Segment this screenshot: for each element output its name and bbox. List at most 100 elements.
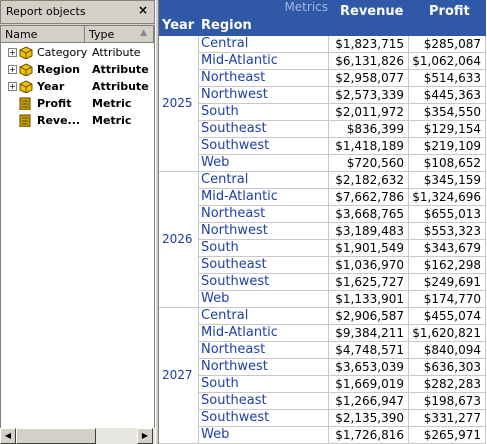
region-cell[interactable]: South [199, 104, 329, 121]
header-revenue[interactable]: Revenue [340, 4, 403, 19]
scroll-thumb[interactable] [16, 428, 96, 444]
region-cell[interactable]: Northeast [199, 206, 329, 223]
region-cell[interactable]: Northeast [199, 342, 329, 359]
region-cell[interactable]: Southeast [199, 121, 329, 138]
region-cell[interactable]: Mid-Atlantic [199, 189, 329, 206]
year-cell[interactable]: 2027 [159, 308, 199, 444]
revenue-cell[interactable]: $1,669,019 [329, 376, 409, 393]
profit-cell[interactable]: $285,087 [409, 36, 486, 53]
profit-cell[interactable]: $345,159 [409, 172, 486, 189]
profit-cell[interactable]: $282,283 [409, 376, 486, 393]
region-cell[interactable]: Northwest [199, 223, 329, 240]
profit-cell[interactable]: $331,277 [409, 410, 486, 427]
year-cell[interactable]: 2025 [159, 36, 199, 172]
profit-cell[interactable]: $1,062,064 [409, 53, 486, 70]
revenue-cell[interactable]: $2,906,587 [329, 308, 409, 325]
revenue-cell[interactable]: $720,560 [329, 155, 409, 172]
revenue-cell[interactable]: $1,901,549 [329, 240, 409, 257]
revenue-cell[interactable]: $2,182,632 [329, 172, 409, 189]
attribute-icon [19, 63, 33, 79]
profit-cell[interactable]: $108,652 [409, 155, 486, 172]
revenue-cell[interactable]: $1,823,715 [329, 36, 409, 53]
profit-cell[interactable]: $514,633 [409, 70, 486, 87]
revenue-cell[interactable]: $1,133,901 [329, 291, 409, 308]
revenue-cell[interactable]: $6,131,826 [329, 53, 409, 70]
horizontal-scrollbar[interactable]: ◀ ▶ [0, 428, 155, 444]
region-cell[interactable]: Northeast [199, 70, 329, 87]
profit-cell[interactable]: $1,620,821 [409, 325, 486, 342]
profit-cell[interactable]: $162,298 [409, 257, 486, 274]
profit-cell[interactable]: $840,094 [409, 342, 486, 359]
profit-cell[interactable]: $174,770 [409, 291, 486, 308]
scroll-left-icon[interactable]: ◀ [0, 428, 16, 444]
close-icon[interactable]: × [138, 3, 148, 17]
header-region[interactable]: Region [201, 18, 252, 33]
region-cell[interactable]: Mid-Atlantic [199, 325, 329, 342]
profit-cell[interactable]: $249,691 [409, 274, 486, 291]
region-cell[interactable]: Southeast [199, 257, 329, 274]
profit-cell[interactable]: $198,673 [409, 393, 486, 410]
revenue-cell[interactable]: $4,748,571 [329, 342, 409, 359]
profit-cell[interactable]: $129,154 [409, 121, 486, 138]
profit-cell[interactable]: $354,550 [409, 104, 486, 121]
expand-icon[interactable]: + [8, 48, 17, 57]
revenue-cell[interactable]: $2,958,077 [329, 70, 409, 87]
region-cell[interactable]: Web [199, 291, 329, 308]
region-cell[interactable]: Northwest [199, 359, 329, 376]
column-header-name[interactable]: Name [1, 26, 85, 43]
scroll-right-icon[interactable]: ▶ [137, 428, 153, 444]
profit-cell[interactable]: $343,679 [409, 240, 486, 257]
header-profit[interactable]: Profit [429, 4, 470, 19]
profit-cell[interactable]: $1,324,696 [409, 189, 486, 206]
region-cell[interactable]: Central [199, 308, 329, 325]
header-year[interactable]: Year [162, 18, 194, 33]
revenue-cell[interactable]: $1,418,189 [329, 138, 409, 155]
revenue-cell[interactable]: $2,011,972 [329, 104, 409, 121]
profit-cell[interactable]: $445,363 [409, 87, 486, 104]
profit-cell[interactable]: $455,074 [409, 308, 486, 325]
revenue-cell[interactable]: $1,266,947 [329, 393, 409, 410]
revenue-cell[interactable]: $1,625,727 [329, 274, 409, 291]
list-item[interactable]: Profit Metric [1, 95, 154, 112]
region-cell[interactable]: Mid-Atlantic [199, 53, 329, 70]
expand-icon[interactable]: + [8, 82, 17, 91]
region-cell[interactable]: Northwest [199, 87, 329, 104]
region-cell[interactable]: Southeast [199, 393, 329, 410]
region-cell[interactable]: South [199, 376, 329, 393]
column-header-type[interactable]: Type ▲ [85, 26, 154, 43]
list-item[interactable]: + Region Attribute [1, 61, 154, 78]
region-cell[interactable]: Central [199, 36, 329, 53]
list-item[interactable]: + Year Attribute [1, 78, 154, 95]
report-objects-panel: Report objects × Name Type ▲ + Category At… [0, 0, 155, 444]
revenue-cell[interactable]: $836,399 [329, 121, 409, 138]
revenue-cell[interactable]: $2,573,339 [329, 87, 409, 104]
expand-icon[interactable]: + [8, 65, 17, 74]
revenue-cell[interactable]: $7,662,786 [329, 189, 409, 206]
region-cell[interactable]: Southwest [199, 138, 329, 155]
region-cell[interactable]: Southwest [199, 410, 329, 427]
metrics-label[interactable]: Metrics [276, 0, 328, 20]
list-item-name: Category [37, 46, 88, 59]
revenue-cell[interactable]: $1,726,816 [329, 427, 409, 444]
profit-cell[interactable]: $219,109 [409, 138, 486, 155]
region-cell[interactable]: South [199, 240, 329, 257]
metric-icon [19, 114, 33, 130]
profit-cell[interactable]: $265,971 [409, 427, 486, 444]
report-grid: Metrics Year Region Revenue Profit 2025 C… [159, 0, 487, 444]
region-cell[interactable]: Web [199, 427, 329, 444]
region-cell[interactable]: Web [199, 155, 329, 172]
profit-cell[interactable]: $553,323 [409, 223, 486, 240]
revenue-cell[interactable]: $1,036,970 [329, 257, 409, 274]
list-item[interactable]: + Category Attribute [1, 44, 154, 61]
region-cell[interactable]: Central [199, 172, 329, 189]
revenue-cell[interactable]: $3,668,765 [329, 206, 409, 223]
revenue-cell[interactable]: $3,189,483 [329, 223, 409, 240]
list-item[interactable]: Reve... Metric [1, 112, 154, 129]
revenue-cell[interactable]: $3,653,039 [329, 359, 409, 376]
profit-cell[interactable]: $636,303 [409, 359, 486, 376]
region-cell[interactable]: Southwest [199, 274, 329, 291]
revenue-cell[interactable]: $2,135,390 [329, 410, 409, 427]
profit-cell[interactable]: $655,013 [409, 206, 486, 223]
revenue-cell[interactable]: $9,384,211 [329, 325, 409, 342]
year-cell[interactable]: 2026 [159, 172, 199, 308]
